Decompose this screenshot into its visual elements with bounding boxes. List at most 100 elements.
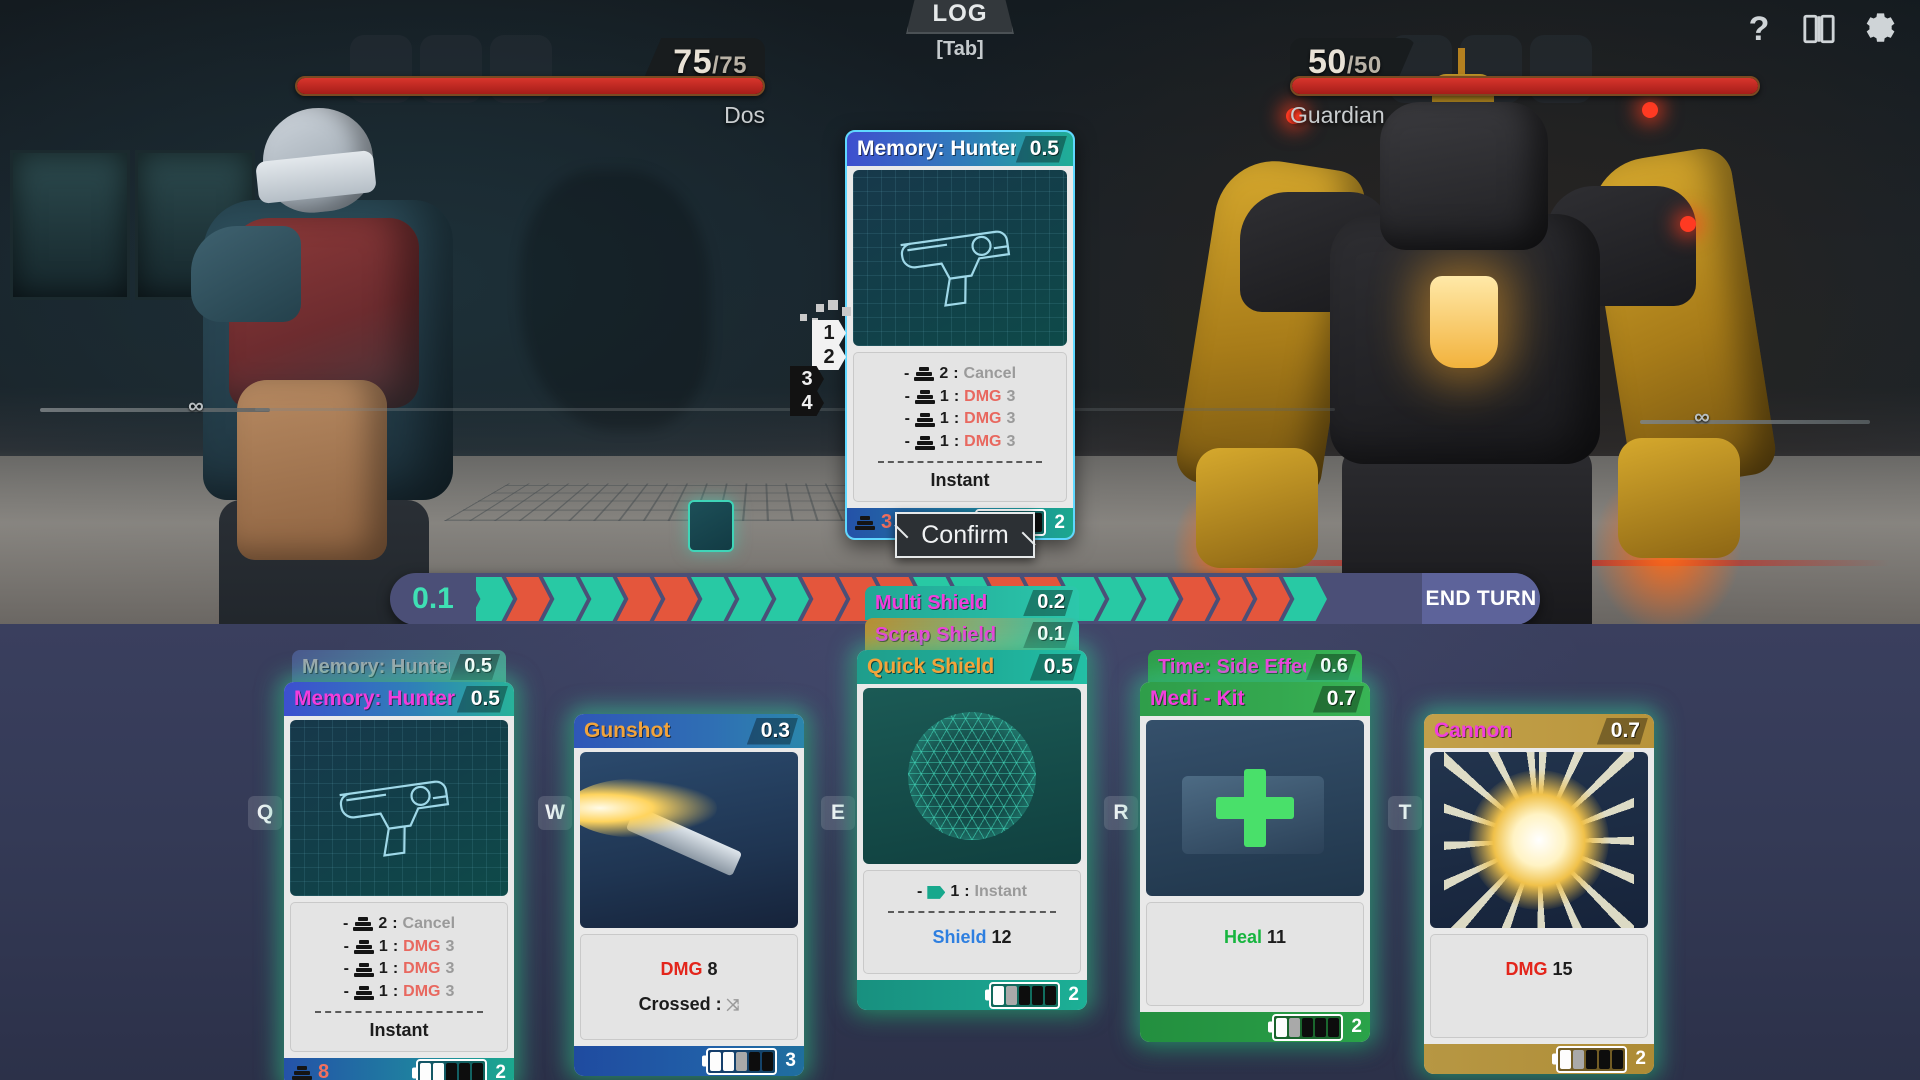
hand-card-body: -2: Cancel -1: DMG 3-1: DMG 3-1: DMG 3 Instant [290,902,508,1052]
stacked-card-header[interactable]: Multi Shield 0.2 [865,586,1079,620]
background-window [10,150,130,300]
cards-icon [914,412,935,427]
effect-dash: - [343,960,349,978]
hand-hotkey-t[interactable]: T [1388,796,1422,830]
game-screen: ∞ ∞ 75/75 Dos 50/50 Guardian LOG [Tab] ? [0,0,1920,1080]
hand-card-name: Gunshot [584,719,671,742]
effect-count: 1 [939,387,949,405]
charge-pip [1315,1017,1327,1037]
effect-colon: : [953,433,960,451]
charge-pip [1032,985,1044,1005]
charge-meter [1272,1013,1344,1041]
hand-card[interactable]: Gunshot 0.3 DMG 8 Crossed : ⤨ 3 [574,714,804,1076]
card-preview[interactable]: Memory: Hunter 0.5 -2: Cancel -1: DMG 3-1: DM… [845,130,1075,540]
preview-card[interactable]: Memory: Hunter 0.5 -2: Cancel -1: DMG 3-1: DM… [845,130,1075,540]
hand-card[interactable]: Cannon 0.7 DMG 15 2 [1424,714,1654,1074]
card-effect-line: - 1: Instant [872,881,1072,904]
hand-card-name: Medi - Kit [1150,687,1245,710]
player-name: Dos [724,102,765,128]
stat-label: Heal [1223,927,1262,947]
stacked-card-cost: 0.1 [1023,622,1073,648]
play-order-markers[interactable]: 1234 [790,320,850,416]
effect-count: 1 [378,983,388,1001]
charge-pip [446,1063,458,1080]
effect-label: DMG [403,960,441,978]
stat-label: DMG [660,959,703,979]
hand-card-footer: 82 [284,1057,514,1080]
card-copies: 2 [1351,1016,1362,1037]
explosion-icon [1469,770,1609,910]
question-mark-icon[interactable]: ? [1740,10,1778,48]
hand-hotkey-w[interactable]: W [538,796,572,830]
hand-card-footer: 3 [574,1046,804,1076]
hand-hotkey-q[interactable]: Q [248,796,282,830]
hand-hotkey-e[interactable]: E [821,796,855,830]
hand-hotkey-r[interactable]: R [1104,796,1138,830]
hand-card-art [290,720,508,896]
scene-rail [40,408,270,412]
effect-count: 1 [950,883,960,900]
enemy-name: Guardian [1290,102,1385,128]
effect-count: 1 [378,937,388,955]
hand-card-name: Cannon [1434,719,1513,742]
card-deck-cost: 8 [292,1061,416,1080]
card-stat-line: DMG 8 [589,959,789,980]
scene-rail [1640,420,1870,424]
charge-meter [989,981,1061,1009]
card-effect-line: - 2: Cancel [862,363,1058,386]
effect-colon: : [392,960,399,978]
hand-card[interactable]: Memory: Hunter 0.5-2: Cancel -1: DMG 3-1: DMG 3… [284,682,514,1080]
hand-card-art [580,752,798,928]
preview-card-cost: 0.5 [1016,136,1067,163]
stat-label: Shield [932,926,987,947]
gear-icon[interactable] [1860,10,1898,48]
effect-label: Cancel [402,915,456,932]
timeline-segment[interactable] [476,577,513,621]
card-effect-line: - 1: DMG 3 [862,431,1058,454]
stacked-card-header[interactable]: Time: Side Effect 0.6 [1148,650,1362,684]
effect-colon: : [964,883,970,900]
cards-icon [292,1065,312,1080]
hand-card[interactable]: Quick Shield 0.5 - 1: Instant Shield 12 2 [857,650,1087,1010]
stacked-card-name: Scrap Shield [875,623,997,646]
stat-label: DMG [1505,959,1548,979]
order-marker[interactable]: 2 [812,344,846,370]
hand-card-cost: 0.7 [1597,718,1648,745]
shuffle-icon: ⤨ [726,997,740,1014]
charge-pip [762,1051,774,1071]
confirm-button[interactable]: Confirm [895,512,1035,558]
log-button[interactable]: LOG [906,0,1014,34]
stacked-card-header[interactable]: Memory: Hunter 0.5 [292,650,506,684]
effect-divider [315,1010,483,1013]
hand-card-header: Cannon 0.7 [1424,714,1654,748]
hand-card-cost: 0.3 [747,718,798,745]
stacked-card-header[interactable]: Scrap Shield 0.1 [865,618,1079,652]
player-hp-track [295,76,765,96]
charge-pip [1302,1017,1314,1037]
effect-divider [878,460,1042,463]
stacked-card-cost: 0.2 [1023,590,1073,616]
effect-count: 2 [378,915,388,932]
deck-icon[interactable] [1800,10,1838,48]
effect-value: 3 [1006,433,1016,451]
effect-count: 1 [378,960,388,978]
effect-dash: - [343,983,349,1001]
charge-pip [1586,1049,1598,1069]
card-footer-note: Instant [369,1019,429,1040]
end-turn-button[interactable]: END TURN [1422,573,1540,625]
cards-icon [914,435,935,450]
hand-card-name: Quick Shield [867,655,995,678]
hand-card-header: Memory: Hunter 0.5 [284,682,514,716]
charge-pip [1276,1017,1288,1037]
preview-card-body: -2: Cancel -1: DMG 3-1: DMG 3-1: DMG 3 Instant [853,352,1067,502]
cards-icon [914,367,935,382]
dragged-card-ghost[interactable] [688,500,734,552]
charge-pip [459,1063,471,1080]
effect-label: DMG [964,387,1002,405]
effect-value: 3 [445,937,455,955]
log-hotkey-hint: [Tab] [936,38,984,60]
hand-card[interactable]: Medi - Kit 0.7 Heal 11 2 [1140,682,1370,1042]
order-marker[interactable]: 1 [812,320,846,346]
cards-icon [855,515,875,530]
charge-pip [993,985,1005,1005]
